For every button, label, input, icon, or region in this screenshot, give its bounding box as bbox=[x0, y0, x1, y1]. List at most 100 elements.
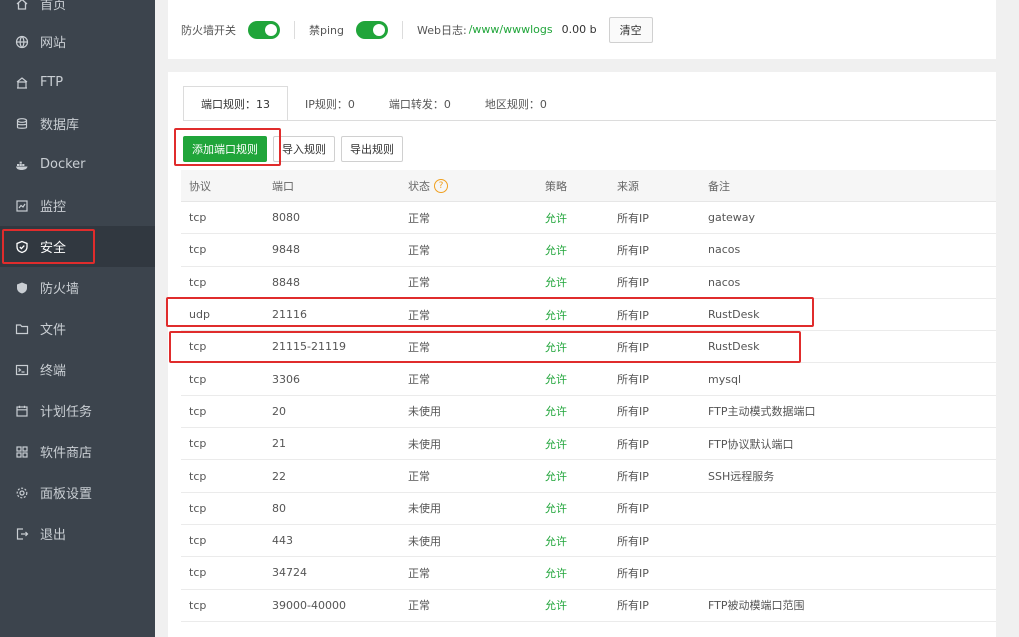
table-row[interactable]: tcp 20 未使用 允许 所有IP FTP主动模式数据端口 bbox=[181, 396, 996, 429]
header-source: 来源 bbox=[617, 179, 639, 193]
table-row[interactable]: tcp 8080 正常 允许 所有IP gateway bbox=[181, 202, 996, 235]
table-row[interactable]: tcp 80 未使用 允许 所有IP bbox=[181, 493, 996, 525]
tab-region-rules[interactable]: 地区规则：0 bbox=[468, 86, 564, 121]
firewall-switch-group: 防火墙开关 bbox=[181, 20, 280, 39]
cell-remark: nacos bbox=[708, 275, 741, 289]
sidebar-item-terminal[interactable]: 终端 bbox=[0, 349, 155, 390]
database-icon bbox=[15, 117, 29, 131]
sidebar-item-docker[interactable]: Docker bbox=[0, 144, 155, 185]
cell-remark: nacos bbox=[708, 243, 741, 257]
ftp-icon bbox=[15, 76, 29, 90]
cell-policy[interactable]: 允许 bbox=[545, 565, 617, 581]
cell-policy[interactable]: 允许 bbox=[545, 403, 617, 419]
sidebar-item-label: 首页 bbox=[40, 0, 67, 13]
security-toolbar: 防火墙开关 禁ping Web日志: /www/wwwlogs 0.00 b 清… bbox=[168, 0, 996, 59]
sidebar-item-store[interactable]: 软件商店 bbox=[0, 431, 155, 472]
add-port-rule-button[interactable]: 添加端口规则 bbox=[183, 136, 267, 162]
export-rules-button[interactable]: 导出规则 bbox=[341, 136, 403, 162]
cell-remark: FTP被动模端口范围 bbox=[708, 599, 805, 613]
cell-status: 正常 bbox=[408, 308, 430, 322]
cell-source: 所有IP bbox=[617, 340, 649, 354]
table-row[interactable]: tcp 8848 正常 允许 所有IP nacos bbox=[181, 267, 996, 299]
cell-port: 39000-40000 bbox=[272, 598, 346, 612]
cell-remark: RustDesk bbox=[708, 308, 760, 322]
cell-policy[interactable]: 允许 bbox=[545, 210, 617, 226]
table-row[interactable]: tcp 9848 正常 允许 所有IP nacos bbox=[181, 234, 996, 267]
cell-policy[interactable]: 允许 bbox=[545, 597, 617, 613]
sidebar-item-label: 面板设置 bbox=[40, 487, 93, 502]
header-status: 状态 ? bbox=[408, 178, 545, 194]
cell-policy[interactable]: 允许 bbox=[545, 339, 617, 355]
sidebar-item-firewall[interactable]: 防火墙 bbox=[0, 267, 155, 308]
cell-protocol: tcp bbox=[189, 275, 207, 289]
cell-status: 正常 bbox=[408, 566, 430, 580]
firewall-switch-label: 防火墙开关 bbox=[181, 23, 236, 37]
table-row[interactable]: tcp 3306 正常 允许 所有IP mysql bbox=[181, 363, 996, 396]
table-row[interactable]: tcp 443 未使用 允许 所有IP bbox=[181, 525, 996, 558]
cell-protocol: tcp bbox=[189, 340, 207, 354]
table-row[interactable]: tcp 22 正常 允许 所有IP SSH远程服务 bbox=[181, 460, 996, 493]
tab-port-rules[interactable]: 端口规则：13 bbox=[183, 86, 288, 121]
table-row[interactable]: tcp 21 未使用 允许 所有IP FTP协议默认端口 bbox=[181, 428, 996, 461]
home-icon bbox=[15, 0, 29, 11]
weblog-path-link[interactable]: /www/wwwlogs bbox=[469, 23, 553, 36]
sidebar-item-files[interactable]: 文件 bbox=[0, 308, 155, 349]
cell-policy[interactable]: 允许 bbox=[545, 533, 617, 549]
cell-status: 正常 bbox=[408, 470, 430, 484]
cell-policy[interactable]: 允许 bbox=[545, 242, 617, 258]
cell-port: 34724 bbox=[272, 566, 307, 580]
cell-remark: SSH远程服务 bbox=[708, 470, 775, 484]
sidebar-item-monitor[interactable]: 监控 bbox=[0, 185, 155, 226]
sidebar-item-security[interactable]: 安全 bbox=[0, 226, 155, 267]
sidebar-item-settings[interactable]: 面板设置 bbox=[0, 472, 155, 513]
cell-remark: mysql bbox=[708, 372, 741, 386]
cell-status: 未使用 bbox=[408, 502, 441, 516]
cell-source: 所有IP bbox=[617, 276, 649, 290]
cell-status: 正常 bbox=[408, 243, 430, 257]
header-protocol: 协议 bbox=[189, 179, 211, 193]
sidebar-item-label: Docker bbox=[40, 157, 86, 172]
cell-protocol: udp bbox=[189, 308, 210, 322]
cell-remark: RustDesk bbox=[708, 340, 760, 354]
sidebar-item-database[interactable]: 数据库 bbox=[0, 103, 155, 144]
firewall-toggle[interactable] bbox=[248, 20, 280, 39]
sidebar-item-logout[interactable]: 退出 bbox=[0, 513, 155, 554]
cell-policy[interactable]: 允许 bbox=[545, 436, 617, 452]
tab-port-forward[interactable]: 端口转发：0 bbox=[372, 86, 468, 121]
sidebar-item-ftp[interactable]: FTP bbox=[0, 62, 155, 103]
cell-source: 所有IP bbox=[617, 308, 649, 322]
cell-status: 正常 bbox=[408, 340, 430, 354]
sidebar-item-website[interactable]: 网站 bbox=[0, 21, 155, 62]
cell-policy[interactable]: 允许 bbox=[545, 468, 617, 484]
cell-port: 9848 bbox=[272, 243, 300, 257]
table-row[interactable]: tcp 21115-21119 正常 允许 所有IP RustDesk bbox=[181, 331, 996, 364]
monitor-icon bbox=[15, 199, 29, 213]
clear-log-button[interactable]: 清空 bbox=[608, 16, 653, 43]
cell-status: 未使用 bbox=[408, 534, 441, 548]
cell-protocol: tcp bbox=[189, 469, 207, 483]
cell-policy[interactable]: 允许 bbox=[545, 371, 617, 387]
import-rules-button[interactable]: 导入规则 bbox=[273, 136, 335, 162]
table-row[interactable]: udp 21116 正常 允许 所有IP RustDesk bbox=[181, 299, 996, 332]
cell-status: 正常 bbox=[408, 373, 430, 387]
cell-protocol: tcp bbox=[189, 437, 207, 451]
cell-port: 22 bbox=[272, 469, 286, 483]
cell-policy[interactable]: 允许 bbox=[545, 274, 617, 290]
sidebar-item-label: 数据库 bbox=[40, 118, 80, 133]
sidebar-item-label: 计划任务 bbox=[40, 405, 93, 420]
cell-remark: gateway bbox=[708, 211, 756, 225]
cell-protocol: tcp bbox=[189, 566, 207, 580]
cell-protocol: tcp bbox=[189, 372, 207, 386]
cell-source: 所有IP bbox=[617, 534, 649, 548]
ping-toggle[interactable] bbox=[356, 20, 388, 39]
table-row[interactable]: tcp 34724 正常 允许 所有IP bbox=[181, 557, 996, 590]
help-icon[interactable]: ? bbox=[434, 178, 448, 193]
shield-icon bbox=[15, 240, 29, 254]
cell-policy[interactable]: 允许 bbox=[545, 307, 617, 323]
cell-port: 3306 bbox=[272, 372, 300, 386]
tab-ip-rules[interactable]: IP规则：0 bbox=[288, 86, 372, 121]
table-row[interactable]: tcp 39000-40000 正常 允许 所有IP FTP被动模端口范围 bbox=[181, 590, 996, 622]
ping-switch-label: 禁ping bbox=[309, 23, 344, 37]
sidebar-item-cron[interactable]: 计划任务 bbox=[0, 390, 155, 431]
cell-policy[interactable]: 允许 bbox=[545, 500, 617, 516]
